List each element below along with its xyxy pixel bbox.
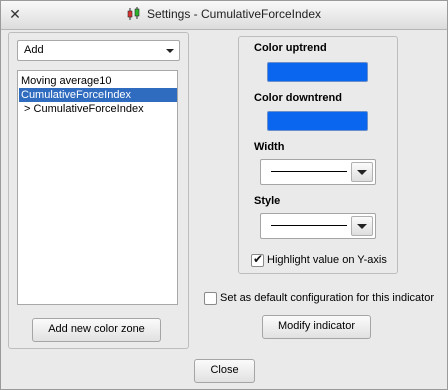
list-item[interactable]: > CumulativeForceIndex xyxy=(19,102,177,116)
add-color-zone-button[interactable]: Add new color zone xyxy=(32,318,161,342)
color-uptrend-swatch[interactable] xyxy=(267,62,368,82)
title-bar: ✕ Settings - CumulativeForceIndex xyxy=(1,1,447,30)
indicator-settings-panel: Color uptrend Color downtrend Width Styl… xyxy=(238,36,398,274)
highlight-label: Highlight value on Y-axis xyxy=(267,254,387,266)
line-style-sample xyxy=(271,225,347,226)
width-label: Width xyxy=(254,141,285,153)
modify-indicator-button[interactable]: Modify indicator xyxy=(262,315,371,339)
settings-window: ✕ Settings - CumulativeForceIndex Add Mo… xyxy=(0,0,448,390)
indicator-listbox[interactable]: Moving average10 CumulativeForceIndex > … xyxy=(17,70,178,305)
default-config-checkbox[interactable] xyxy=(204,292,217,305)
indicator-list-panel: Add Moving average10 CumulativeForceInde… xyxy=(8,32,189,349)
default-config-label: Set as default configuration for this in… xyxy=(220,292,435,304)
check-icon: ✔ xyxy=(253,252,264,266)
add-dropdown-value: Add xyxy=(24,44,44,56)
style-select[interactable] xyxy=(260,213,376,239)
close-button[interactable]: Close xyxy=(194,359,255,383)
highlight-checkbox[interactable]: ✔ xyxy=(251,252,264,267)
title-area: Settings - CumulativeForceIndex xyxy=(1,7,447,24)
list-item[interactable]: Moving average10 xyxy=(19,74,177,88)
candlestick-chart-icon xyxy=(127,7,141,24)
color-downtrend-swatch[interactable] xyxy=(267,111,368,131)
add-dropdown[interactable]: Add xyxy=(17,40,180,61)
color-downtrend-label: Color downtrend xyxy=(254,92,342,104)
width-select[interactable] xyxy=(260,159,376,185)
chevron-down-icon xyxy=(166,49,174,53)
chevron-down-icon[interactable] xyxy=(351,216,373,236)
line-width-sample xyxy=(271,171,347,172)
style-label: Style xyxy=(254,195,281,207)
color-uptrend-label: Color uptrend xyxy=(254,42,327,54)
list-item-selected[interactable]: CumulativeForceIndex xyxy=(19,88,177,102)
chevron-down-icon[interactable] xyxy=(351,162,373,182)
window-title: Settings - CumulativeForceIndex xyxy=(146,7,322,21)
